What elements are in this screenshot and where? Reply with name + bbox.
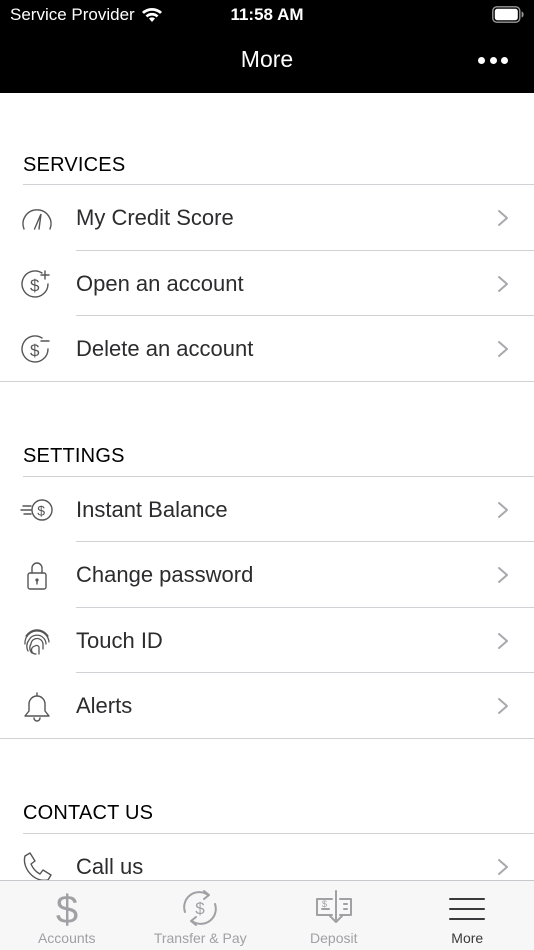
- tab-label: More: [451, 930, 484, 946]
- svg-text:$: $: [196, 899, 206, 918]
- header-bar: Service Provider 11:58 AM More: [0, 0, 534, 93]
- row-my-credit-score[interactable]: My Credit Score: [0, 185, 534, 250]
- phone-icon: [20, 850, 54, 880]
- svg-text:$: $: [30, 341, 40, 360]
- chevron-right-icon: [498, 633, 508, 649]
- row-label: My Credit Score: [76, 205, 234, 230]
- dollar-sign-icon: $: [56, 888, 78, 929]
- gauge-icon: [20, 201, 54, 235]
- row-label: Alerts: [76, 693, 133, 718]
- row-call-us[interactable]: Call us: [0, 834, 534, 880]
- tab-more[interactable]: More: [401, 881, 534, 950]
- menu-icon: [449, 898, 486, 920]
- chevron-right-icon: [498, 567, 508, 583]
- row-label: Change password: [76, 562, 254, 587]
- row-label: Touch ID: [76, 628, 163, 653]
- lock-icon: [20, 558, 54, 592]
- fingerprint-icon: [20, 624, 54, 658]
- battery-icon: [492, 6, 524, 23]
- tab-label: Accounts: [37, 930, 96, 946]
- row-touch-id[interactable]: Touch ID: [0, 608, 534, 673]
- section-title-contact-us: CONTACT US: [23, 802, 154, 824]
- status-bar: Service Provider 11:58 AM: [0, 0, 534, 30]
- tab-accounts[interactable]: $ Accounts: [0, 881, 134, 950]
- check-deposit-icon: $: [315, 890, 352, 923]
- tab-transfer-and-pay[interactable]: $ Transfer & Pay: [134, 881, 268, 950]
- row-instant-balance[interactable]: $ Instant Balance: [0, 477, 534, 542]
- chevron-right-icon: [498, 210, 508, 226]
- tab-deposit[interactable]: $ Deposit: [267, 881, 401, 950]
- divider: [0, 381, 534, 382]
- chevron-right-icon: [498, 502, 508, 518]
- page-title: More: [240, 46, 294, 72]
- section-title-settings: SETTINGS: [23, 445, 125, 467]
- transfer-icon: $: [183, 890, 217, 926]
- section-title-services: SERVICES: [23, 154, 126, 176]
- row-label: Call us: [76, 854, 144, 879]
- row-alerts[interactable]: Alerts: [0, 673, 534, 738]
- tab-label: Deposit: [310, 930, 358, 946]
- status-time: 11:58 AM: [230, 5, 304, 24]
- row-open-an-account[interactable]: $ Open an account: [0, 251, 534, 316]
- bell-icon: [20, 689, 54, 723]
- row-label: Instant Balance: [76, 497, 228, 522]
- dollar-minus-icon: $: [20, 332, 54, 366]
- row-label: Open an account: [76, 271, 244, 296]
- fast-dollar-icon: $: [20, 493, 54, 527]
- svg-text:$: $: [56, 888, 78, 929]
- chevron-right-icon: [498, 276, 508, 292]
- tab-bar: $ Accounts $ Transfer & Pay $ Deposit Mo…: [0, 880, 534, 950]
- chevron-right-icon: [498, 698, 508, 714]
- row-label: Delete an account: [76, 336, 254, 361]
- row-change-password[interactable]: Change password: [0, 542, 534, 607]
- chevron-right-icon: [498, 341, 508, 357]
- svg-text:$: $: [30, 276, 40, 295]
- chevron-right-icon: [498, 859, 508, 875]
- ellipsis-icon[interactable]: [478, 52, 508, 68]
- row-delete-an-account[interactable]: $ Delete an account: [0, 316, 534, 381]
- svg-text:$: $: [322, 899, 327, 909]
- tab-label: Transfer & Pay: [153, 930, 247, 946]
- more-list[interactable]: SERVICES My Credit Score $ Open an accou…: [0, 93, 534, 880]
- divider: [0, 738, 534, 739]
- svg-text:$: $: [37, 503, 45, 519]
- dollar-plus-icon: $: [20, 267, 54, 301]
